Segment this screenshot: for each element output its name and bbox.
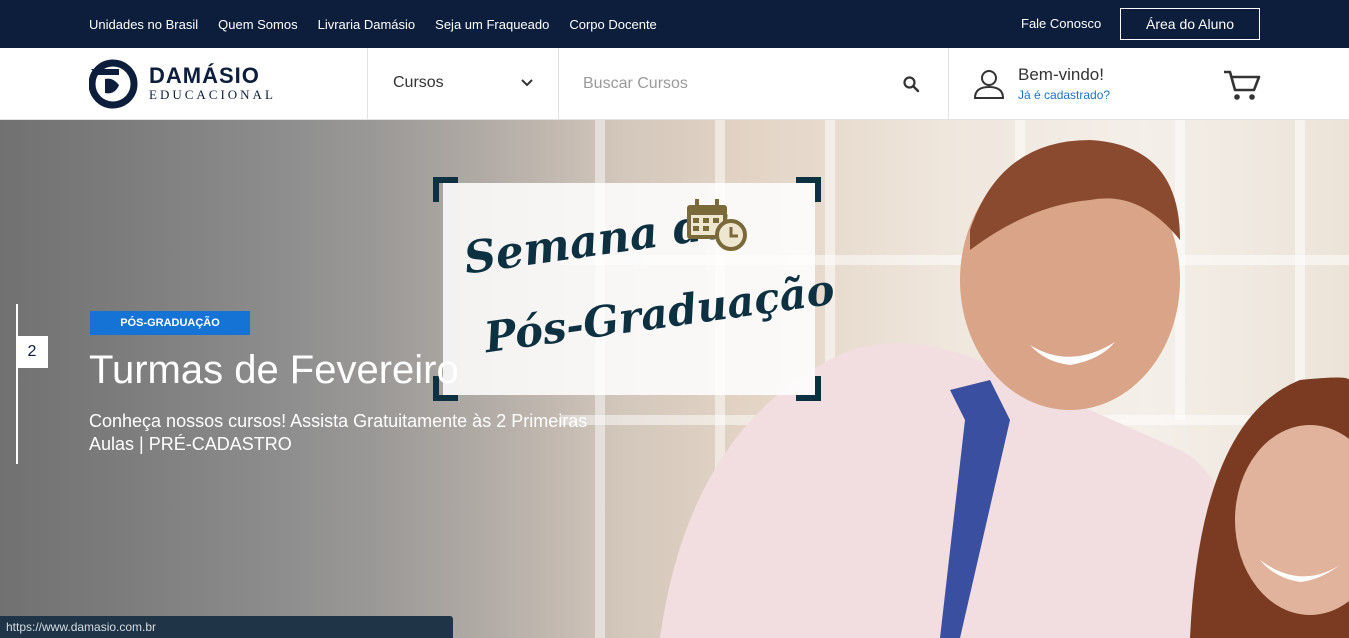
browser-status-bar: https://www.damasio.com.br (0, 616, 453, 638)
calendar-clock-icon (687, 199, 747, 251)
chevron-down-icon (521, 79, 533, 87)
header-divider (948, 48, 949, 120)
nav-link-quem-somos[interactable]: Quem Somos (218, 17, 297, 32)
search-icon[interactable] (902, 75, 920, 93)
hero-subtitle: Conheça nossos cursos! Assista Gratuitam… (89, 411, 588, 454)
logo-subtitle: EDUCACIONAL (149, 87, 276, 102)
student-area-button[interactable]: Área do Aluno (1120, 8, 1260, 40)
cart-icon[interactable] (1222, 68, 1262, 102)
register-link[interactable]: Já é cadastrado? (1018, 88, 1110, 102)
contact-link[interactable]: Fale Conosco (1021, 0, 1101, 48)
nav-link-unidades[interactable]: Unidades no Brasil (89, 17, 198, 32)
slide-number[interactable]: 2 (16, 336, 48, 368)
main-header: DAMÁSIO EDUCACIONAL Cursos Bem-vindo! Já… (0, 48, 1349, 120)
top-bar: Unidades no Brasil Quem Somos Livraria D… (0, 0, 1349, 48)
promo-sign: Semana da Pós-Graduação (433, 177, 837, 401)
welcome-text: Bem-vindo! (1018, 65, 1104, 84)
user-icon[interactable] (972, 68, 1006, 100)
hero-title: Turmas de Fevereiro (89, 348, 459, 392)
hero-banner[interactable]: Semana da Pós-Graduação 2 PÓS-GRADUAÇÃO … (0, 120, 1349, 638)
logo[interactable]: DAMÁSIO EDUCACIONAL (88, 59, 289, 109)
search-box (559, 48, 948, 120)
courses-label: Cursos (393, 74, 444, 91)
courses-dropdown[interactable]: Cursos (368, 48, 558, 120)
slide-indicator-rail (16, 304, 18, 464)
nav-link-livraria[interactable]: Livraria Damásio (318, 17, 416, 32)
nav-link-corpo-docente[interactable]: Corpo Docente (569, 17, 656, 32)
top-nav: Unidades no Brasil Quem Somos Livraria D… (89, 0, 657, 48)
logo-mark-icon (88, 59, 138, 109)
category-tag: PÓS-GRADUAÇÃO (90, 311, 250, 335)
status-url: https://www.damasio.com.br (6, 620, 157, 634)
nav-link-franqueado[interactable]: Seja um Fraqueado (435, 17, 549, 32)
search-input[interactable] (583, 70, 883, 98)
logo-name: DAMÁSIO (149, 63, 260, 88)
